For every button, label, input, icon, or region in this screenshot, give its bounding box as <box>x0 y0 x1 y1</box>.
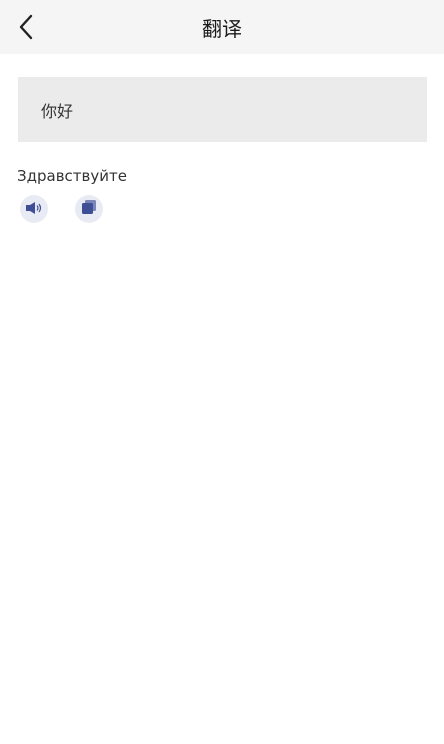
page-title: 翻译 <box>202 17 242 41</box>
translation-result: Здравствуйте <box>17 167 127 185</box>
translate-screen: 翻译 你好 Здравствуйте <box>0 0 444 744</box>
source-text-box[interactable]: 你好 <box>18 77 427 142</box>
nav-bar: 翻译 <box>0 0 444 54</box>
speak-button[interactable] <box>20 195 48 223</box>
source-text: 你好 <box>41 101 74 121</box>
copy-icon <box>81 199 97 219</box>
speaker-icon <box>25 200 43 219</box>
copy-button[interactable] <box>75 195 103 223</box>
